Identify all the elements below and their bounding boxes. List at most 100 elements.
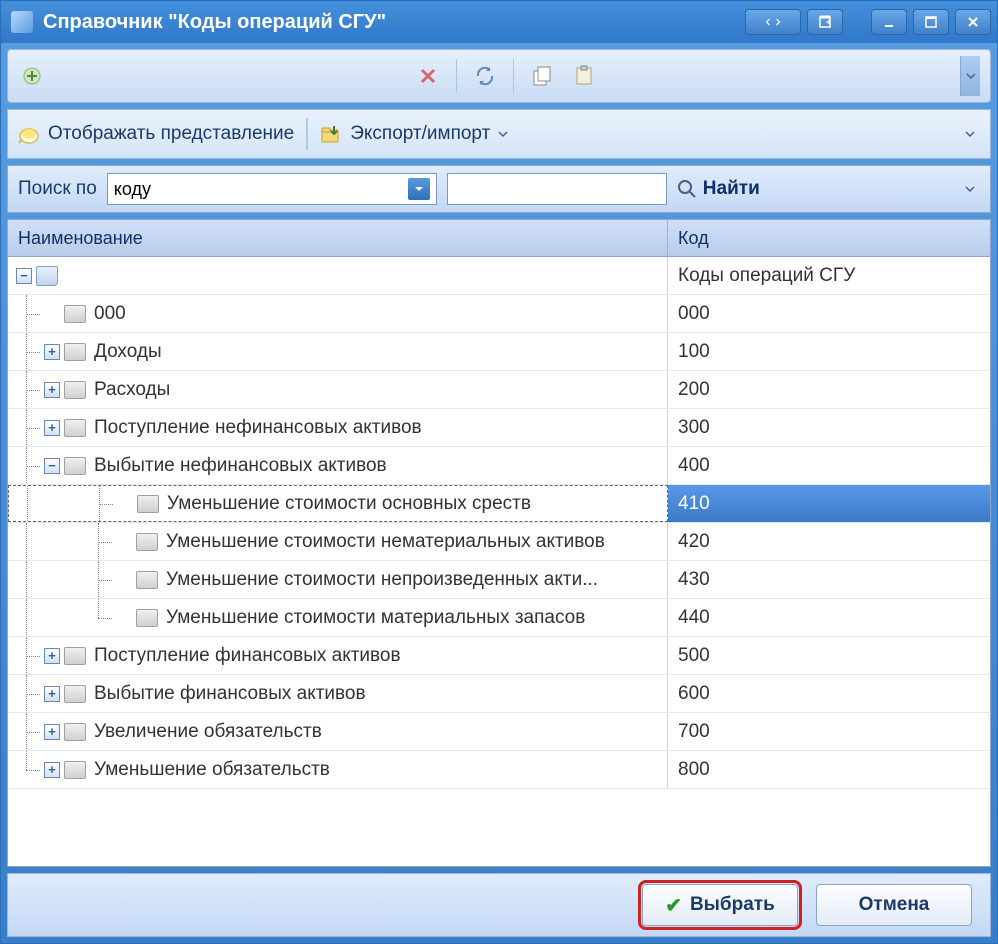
window-title: Справочник "Коды операций СГУ" xyxy=(43,11,745,34)
export-import-button[interactable]: Экспорт/импорт xyxy=(320,123,508,145)
toolbar2-overflow[interactable] xyxy=(960,114,980,154)
row-name: Доходы xyxy=(94,341,162,363)
row-code: 700 xyxy=(668,713,990,750)
titlebar[interactable]: Справочник "Коды операций СГУ" xyxy=(1,1,997,43)
footer: ✔ Выбрать Отмена xyxy=(7,873,991,937)
toggle-spacer xyxy=(116,572,132,588)
row-code: 800 xyxy=(668,751,990,788)
expand-icon[interactable]: + xyxy=(44,344,60,360)
tree-row[interactable]: + Доходы 100 xyxy=(8,333,990,371)
column-name[interactable]: Наименование xyxy=(8,220,668,256)
folder-icon xyxy=(64,723,86,741)
app-icon xyxy=(11,11,33,33)
chevron-down-icon xyxy=(498,129,508,139)
toolbar-overflow[interactable] xyxy=(960,56,980,96)
cancel-label: Отмена xyxy=(859,894,930,916)
folder-icon xyxy=(136,609,158,627)
tree-row[interactable]: Уменьшение стоимости материальных запасо… xyxy=(8,599,990,637)
row-name: Уменьшение стоимости материальных запасо… xyxy=(166,607,585,629)
expand-icon[interactable]: + xyxy=(44,762,60,778)
search-by-value: коду xyxy=(114,179,408,200)
folder-icon xyxy=(64,647,86,665)
collapse-icon[interactable]: − xyxy=(44,458,60,474)
tree-row[interactable]: + Поступление финансовых активов 500 xyxy=(8,637,990,675)
copy-button[interactable] xyxy=(528,62,556,90)
book-icon xyxy=(36,266,58,286)
row-code: 500 xyxy=(668,637,990,674)
add-button[interactable] xyxy=(18,62,46,90)
expand-icon[interactable]: + xyxy=(44,724,60,740)
grid-header: Наименование Код xyxy=(7,219,991,257)
maximize-button[interactable] xyxy=(913,9,949,35)
expand-icon[interactable]: + xyxy=(44,648,60,664)
tree-row[interactable]: + Поступление нефинансовых активов 300 xyxy=(8,409,990,447)
tree-row[interactable]: + Увеличение обязательств 700 xyxy=(8,713,990,751)
expand-icon[interactable]: + xyxy=(44,382,60,398)
chevron-down-icon xyxy=(408,178,430,200)
expand-icon[interactable]: + xyxy=(44,686,60,702)
minimize-button[interactable] xyxy=(871,9,907,35)
tree-root[interactable]: − Коды операций СГУ xyxy=(8,257,990,295)
folder-icon xyxy=(64,419,86,437)
row-code: 300 xyxy=(668,409,990,446)
row-code: 000 xyxy=(668,295,990,332)
row-name: Увеличение обязательств xyxy=(94,721,322,743)
collapse-icon[interactable]: − xyxy=(16,268,32,284)
row-code: 100 xyxy=(668,333,990,370)
cancel-button[interactable]: Отмена xyxy=(816,884,972,926)
tree-row[interactable]: + Уменьшение обязательств 800 xyxy=(8,751,990,789)
select-label: Выбрать xyxy=(690,894,775,916)
nav-prev-next-button[interactable] xyxy=(745,9,801,35)
row-code: 440 xyxy=(668,599,990,636)
tree-row[interactable]: +Выбытие финансовых активов600 xyxy=(8,675,990,713)
row-name: 000 xyxy=(94,303,126,325)
toggle-view-label: Отображать представление xyxy=(48,123,294,145)
expand-icon[interactable]: + xyxy=(44,420,60,436)
row-name: Расходы xyxy=(94,379,170,401)
tree-grid[interactable]: − Коды операций СГУ 000 000 + Доходы 100 + Рас… xyxy=(7,257,991,867)
row-name: Уменьшение стоимости основных среств xyxy=(167,493,531,515)
select-button[interactable]: ✔ Выбрать xyxy=(642,884,798,926)
folder-icon xyxy=(64,343,86,361)
refresh-button[interactable] xyxy=(471,62,499,90)
paste-button[interactable] xyxy=(570,62,598,90)
folder-icon xyxy=(64,381,86,399)
toggle-spacer xyxy=(117,496,133,512)
tree-row[interactable]: Уменьшение стоимости нематериальных акти… xyxy=(8,523,990,561)
tree-row[interactable]: −Выбытие нефинансовых активов400 xyxy=(8,447,990,485)
folder-icon xyxy=(64,761,86,779)
folder-icon xyxy=(136,571,158,589)
row-name: Поступление финансовых активов xyxy=(94,645,401,667)
row-name: Поступление нефинансовых активов xyxy=(94,417,422,439)
delete-button[interactable] xyxy=(414,62,442,90)
toggle-spacer xyxy=(116,610,132,626)
toggle-spacer xyxy=(44,306,60,322)
dock-button[interactable] xyxy=(807,9,843,35)
search-input[interactable] xyxy=(447,173,667,205)
tree-row[interactable]: 000 000 xyxy=(8,295,990,333)
row-code: 430 xyxy=(668,561,990,598)
search-label: Поиск по xyxy=(18,178,97,200)
toggle-view-button[interactable]: Отображать представление xyxy=(18,123,294,145)
toolbar-main xyxy=(7,49,991,103)
find-label: Найти xyxy=(703,178,760,200)
folder-icon xyxy=(136,533,158,551)
row-name: Уменьшение стоимости непроизведенных акт… xyxy=(166,569,598,591)
folder-icon xyxy=(64,685,86,703)
column-code[interactable]: Код xyxy=(668,228,990,249)
root-code: Коды операций СГУ xyxy=(668,257,990,294)
row-name: Уменьшение обязательств xyxy=(94,759,330,781)
row-code: 600 xyxy=(668,675,990,712)
tree-row[interactable]: Уменьшение стоимости непроизведенных акт… xyxy=(8,561,990,599)
row-code: 410 xyxy=(668,485,990,522)
row-name: Выбытие нефинансовых активов xyxy=(94,455,387,477)
tree-row[interactable]: +Расходы200 xyxy=(8,371,990,409)
tree-row[interactable]: Уменьшение стоимости основных среств 410 xyxy=(8,485,990,523)
searchbar-overflow[interactable] xyxy=(960,169,980,209)
folder-icon xyxy=(64,457,86,475)
search-by-combo[interactable]: коду xyxy=(107,173,437,205)
close-button[interactable] xyxy=(955,9,991,35)
find-button[interactable]: Найти xyxy=(677,178,760,200)
toolbar-secondary: Отображать представление Экспорт/импорт xyxy=(7,109,991,159)
check-icon: ✔ xyxy=(665,893,682,918)
